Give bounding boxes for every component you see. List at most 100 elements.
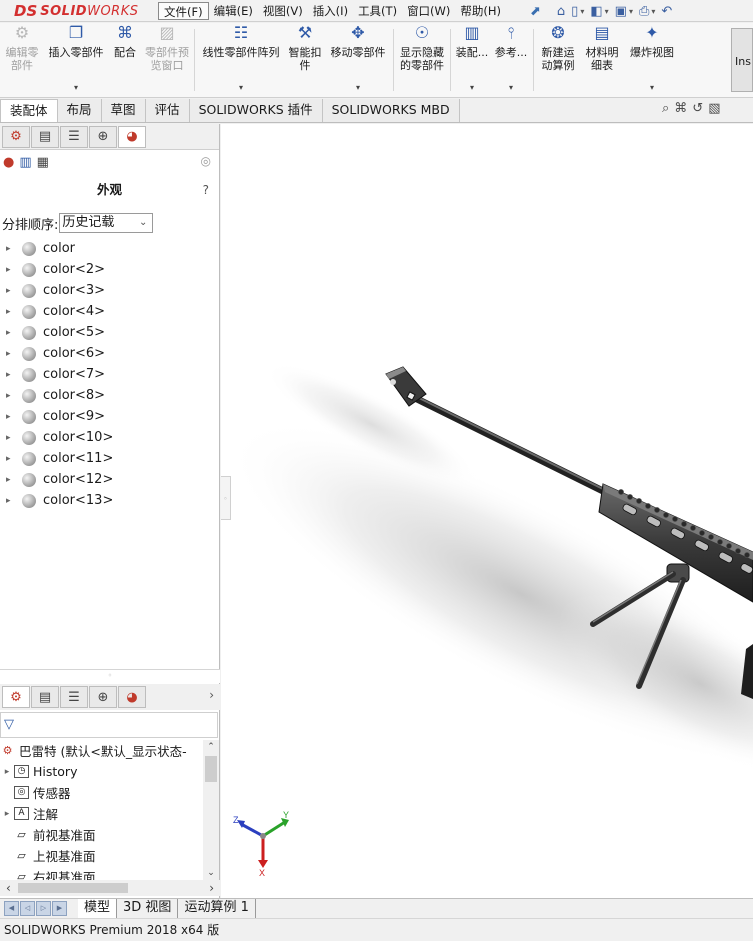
show-hidden-button[interactable]: ☉ 显示隐藏的零部件: [396, 23, 448, 97]
insert-part-dropdown-icon[interactable]: ▾: [74, 81, 78, 94]
instant3d-button[interactable]: Ins: [731, 28, 753, 92]
decals-icon[interactable]: ▥: [19, 155, 31, 170]
linear-pattern-dropdown-icon[interactable]: ▾: [239, 81, 243, 94]
move-part-button[interactable]: ✥ 移动零部件 ▾: [325, 23, 391, 97]
sort-order-select[interactable]: 历史记载 ⌄: [59, 213, 154, 233]
graphics-area[interactable]: ◦ X Y Z: [221, 124, 753, 898]
open-folder-icon[interactable]: ◧: [590, 4, 602, 19]
list-item[interactable]: ▸ color: [0, 238, 219, 259]
expand-icon[interactable]: ▸: [6, 433, 22, 443]
dimxpert-tab[interactable]: ⊕: [89, 686, 117, 708]
appearances-icon[interactable]: ●: [3, 155, 14, 170]
solidworks-logo[interactable]: DS SOLID WORKS: [0, 0, 140, 22]
save-dropdown-icon[interactable]: ▾: [629, 7, 633, 16]
bill-of-materials-button[interactable]: ▤ 材料明细表: [580, 23, 624, 97]
menu-insert[interactable]: 插入(I): [308, 2, 353, 20]
configuration-manager-tab[interactable]: ☰: [60, 686, 88, 708]
tab-layout[interactable]: 布局: [57, 99, 102, 122]
scroll-left-icon[interactable]: ‹: [6, 881, 11, 895]
feature-manager-tab[interactable]: ⚙: [2, 686, 30, 708]
tab-sketch[interactable]: 草图: [101, 99, 146, 122]
help-icon[interactable]: ?: [203, 174, 209, 206]
expand-icon[interactable]: ▸: [6, 370, 22, 380]
list-item[interactable]: ▸ color<4>: [0, 301, 219, 322]
list-item[interactable]: ▸ color<8>: [0, 385, 219, 406]
expand-icon[interactable]: ▸: [6, 328, 22, 338]
new-document-icon[interactable]: ▯: [571, 4, 578, 19]
chevron-right-icon[interactable]: ›: [209, 688, 214, 702]
expand-icon[interactable]: ▸: [6, 391, 22, 401]
feature-manager-tab[interactable]: ⚙: [2, 125, 30, 148]
assembly-features-dropdown-icon[interactable]: ▾: [470, 81, 474, 94]
menu-view[interactable]: 视图(V): [258, 2, 308, 20]
list-item[interactable]: ▸ color<2>: [0, 259, 219, 280]
list-item[interactable]: ▸ color<5>: [0, 322, 219, 343]
menu-tools[interactable]: 工具(T): [353, 2, 402, 20]
print-icon[interactable]: ⎙: [639, 4, 649, 19]
dimxpert-tab[interactable]: ⊕: [89, 125, 117, 148]
reference-geometry-dropdown-icon[interactable]: ▾: [509, 81, 513, 94]
expand-icon[interactable]: ▸: [6, 475, 22, 485]
tab-assembly[interactable]: 装配体: [0, 99, 58, 122]
list-item[interactable]: ▸ color<10>: [0, 427, 219, 448]
expand-icon[interactable]: ▸: [6, 349, 22, 359]
previous-tab-icon[interactable]: ◁: [20, 901, 35, 916]
list-item[interactable]: ▸ color<9>: [0, 406, 219, 427]
reference-geometry-button[interactable]: ⫯ 参考... ▾: [491, 23, 531, 97]
expand-icon[interactable]: ▸: [0, 767, 14, 777]
print-dropdown-icon[interactable]: ▾: [651, 7, 655, 16]
list-item[interactable]: ▸ color<12>: [0, 469, 219, 490]
first-tab-icon[interactable]: ◀: [4, 901, 19, 916]
exploded-view-button[interactable]: ✦ 爆炸视图 ▾: [624, 23, 680, 97]
panel-splitter[interactable]: ◦: [0, 669, 220, 683]
display-manager-tab[interactable]: ◕: [118, 686, 146, 708]
display-manager-tab[interactable]: ◕: [118, 125, 146, 148]
expand-icon[interactable]: ▸: [6, 496, 22, 506]
expand-icon[interactable]: ▸: [6, 307, 22, 317]
new-dropdown-icon[interactable]: ▾: [580, 7, 584, 16]
scroll-down-icon[interactable]: ⌄: [203, 866, 219, 880]
tree-item-sensors[interactable]: ◎ 传感器: [0, 782, 203, 803]
tree-item-top-plane[interactable]: ▱ 上视基准面: [0, 845, 203, 866]
tab-motion-study[interactable]: 运动算例 1: [178, 899, 256, 918]
tree-vertical-scrollbar[interactable]: ⌃ ⌄: [203, 740, 219, 880]
configuration-manager-tab[interactable]: ☰: [60, 125, 88, 148]
tab-evaluate[interactable]: 评估: [145, 99, 190, 122]
exploded-view-dropdown-icon[interactable]: ▾: [650, 81, 654, 94]
last-tab-icon[interactable]: ▶: [52, 901, 67, 916]
linear-pattern-button[interactable]: ☷ 线性零部件阵列 ▾: [197, 23, 285, 97]
expand-icon[interactable]: ▸: [0, 809, 14, 819]
move-part-dropdown-icon[interactable]: ▾: [356, 81, 360, 94]
scroll-right-icon[interactable]: ›: [209, 881, 214, 895]
home-icon[interactable]: ⌂: [557, 4, 565, 19]
tree-item-front-plane[interactable]: ▱ 前视基准面: [0, 824, 203, 845]
expand-icon[interactable]: ▸: [6, 244, 22, 254]
tab-model[interactable]: 模型: [78, 899, 118, 918]
edit-part-button[interactable]: ⚙ 编辑零部件: [0, 23, 44, 97]
undo-icon[interactable]: ↶: [661, 4, 672, 19]
property-manager-tab[interactable]: ▤: [31, 686, 59, 708]
tree-horizontal-scrollbar[interactable]: ‹ ›: [0, 880, 220, 896]
tab-solidworks-mbd[interactable]: SOLIDWORKS MBD: [322, 99, 460, 122]
menu-help[interactable]: 帮助(H): [455, 2, 506, 20]
panel-collapse-handle[interactable]: ◦: [221, 476, 231, 520]
mate-button[interactable]: ⌘ 配合: [108, 23, 142, 97]
feature-tree-filter[interactable]: ▽: [0, 712, 218, 738]
new-motion-study-button[interactable]: ❂ 新建运动算例: [536, 23, 580, 97]
insert-part-button[interactable]: ❐ 插入零部件 ▾: [44, 23, 108, 97]
smart-fastener-button[interactable]: ⚒ 智能扣件: [285, 23, 325, 97]
list-item[interactable]: ▸ color<7>: [0, 364, 219, 385]
list-item[interactable]: ▸ color<13>: [0, 490, 219, 511]
open-dropdown-icon[interactable]: ▾: [605, 7, 609, 16]
tree-item-right-plane[interactable]: ▱ 右视基准面: [0, 866, 203, 880]
tab-solidworks-addins[interactable]: SOLIDWORKS 插件: [189, 99, 323, 122]
tree-item-history[interactable]: ▸ ◷ History: [0, 761, 203, 782]
scroll-thumb[interactable]: [205, 756, 217, 782]
list-item[interactable]: ▸ color<6>: [0, 343, 219, 364]
expand-icon[interactable]: ▸: [6, 286, 22, 296]
property-manager-tab[interactable]: ▤: [31, 125, 59, 148]
tree-root[interactable]: ⚙ 巴雷特 (默认<默认_显示状态-: [0, 740, 203, 761]
tab-3d-view[interactable]: 3D 视图: [117, 899, 179, 918]
expand-icon[interactable]: ▸: [6, 412, 22, 422]
assembly-features-button[interactable]: ▥ 装配... ▾: [453, 23, 491, 97]
